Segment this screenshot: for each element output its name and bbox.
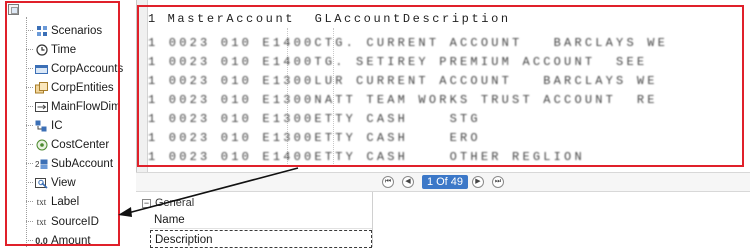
grid-header-row: 1 MasterAccount GLAccountDescription <box>148 12 511 26</box>
scenarios-icon <box>35 24 48 37</box>
tree-root-icon[interactable] <box>8 4 19 15</box>
property-name[interactable]: Name <box>150 211 372 229</box>
tree-item-subaccount[interactable]: 2 SubAccount <box>26 154 126 173</box>
tree-item-label: CostCenter <box>51 138 110 151</box>
svg-text:2: 2 <box>35 160 40 169</box>
tree-item-label: Label <box>51 195 80 208</box>
header-row-number: 1 <box>148 12 158 26</box>
grid-row[interactable]: 1 0023 010 E1300ETTY CASH STG <box>148 109 668 128</box>
tree-item-amount[interactable]: 0.0 Amount <box>26 231 126 250</box>
grid-row[interactable]: 1 0023 010 E1300LUR CURRENT ACCOUNT BARC… <box>148 71 668 90</box>
last-page-button[interactable]: ⏭ <box>492 176 504 188</box>
tree-item-label: Amount <box>51 234 91 247</box>
flow-icon <box>35 100 48 113</box>
grid-row[interactable]: 1 0023 010 E1400TG. SETIREY PREMIUM ACCO… <box>148 52 668 71</box>
tree-item-label: Time <box>51 43 77 56</box>
tree-item-label: CorpEntities <box>51 81 114 94</box>
property-description[interactable]: Description <box>150 230 372 248</box>
cost-center-icon <box>35 138 48 151</box>
ic-icon <box>35 119 48 132</box>
view-icon <box>35 176 48 189</box>
header-columns: MasterAccount GLAccountDescription <box>167 12 511 26</box>
first-page-button[interactable]: ⏮ <box>382 176 394 188</box>
tree-item-label: CorpAccounts <box>51 62 124 75</box>
tree-item-label-dim[interactable]: txt Label <box>26 192 126 211</box>
txt-icon: txt <box>36 196 47 207</box>
tree-item-label: MainFlowDim <box>51 100 121 113</box>
next-page-button[interactable]: ▶ <box>472 176 484 188</box>
properties-panel: − General Name Description <box>136 192 750 248</box>
properties-section-header[interactable]: − General <box>142 196 194 210</box>
tree-item-corpaccounts[interactable]: CorpAccounts <box>26 59 126 78</box>
tree-item-label: View <box>51 176 76 189</box>
numeric-icon: 0.0 <box>35 235 48 246</box>
entities-icon <box>35 81 48 94</box>
tree-item-label: SubAccount <box>51 157 114 170</box>
data-preview-grid[interactable]: 1 MasterAccount GLAccountDescription 1 0… <box>136 0 750 172</box>
tree-item-sourceid[interactable]: txt SourceID <box>26 212 126 231</box>
previous-page-button[interactable]: ◀ <box>402 176 414 188</box>
tree-item-ic[interactable]: IC <box>26 116 126 135</box>
grid-row[interactable]: 1 0023 010 E1400ETTY CASH OTHER REGLION <box>148 147 668 166</box>
tree-item-label: SourceID <box>51 215 99 228</box>
tree-item-corpentities[interactable]: CorpEntities <box>26 78 126 97</box>
accounts-icon <box>35 62 48 75</box>
tree-item-scenarios[interactable]: Scenarios <box>26 21 126 40</box>
grid-rows: 1 0023 010 E1400CTG. CURRENT ACCOUNT BAR… <box>148 33 668 166</box>
tree-item-view[interactable]: View <box>26 173 126 192</box>
txt-icon: txt <box>36 216 47 227</box>
grid-row[interactable]: 1 0023 010 E1400CTG. CURRENT ACCOUNT BAR… <box>148 33 668 52</box>
row-number-gutter <box>137 0 148 172</box>
grid-row[interactable]: 1 0023 010 E1300NATT TEAM WORKS TRUST AC… <box>148 90 668 109</box>
subaccount-icon: 2 <box>35 157 48 170</box>
tree-item-costcenter[interactable]: CostCenter <box>26 135 126 154</box>
tree-item-time[interactable]: Time <box>26 40 126 59</box>
properties-column-divider <box>372 192 373 247</box>
clock-icon <box>35 43 48 56</box>
pager-bar: ⏮ ◀ 1 Of 49 ▶ ⏭ <box>136 172 750 192</box>
grid-row[interactable]: 1 0023 010 E1300ETTY CASH ERO <box>148 128 668 147</box>
collapse-icon[interactable]: − <box>142 198 151 208</box>
page-indicator: 1 Of 49 <box>422 175 468 189</box>
tree-item-mainflowdim[interactable]: MainFlowDim <box>26 97 126 116</box>
dimension-tree: Scenarios Time CorpAccounts CorpEntities… <box>0 0 128 247</box>
tree-item-label: IC <box>51 119 63 132</box>
tree-item-label: Scenarios <box>51 24 103 37</box>
section-title: General <box>155 197 195 209</box>
